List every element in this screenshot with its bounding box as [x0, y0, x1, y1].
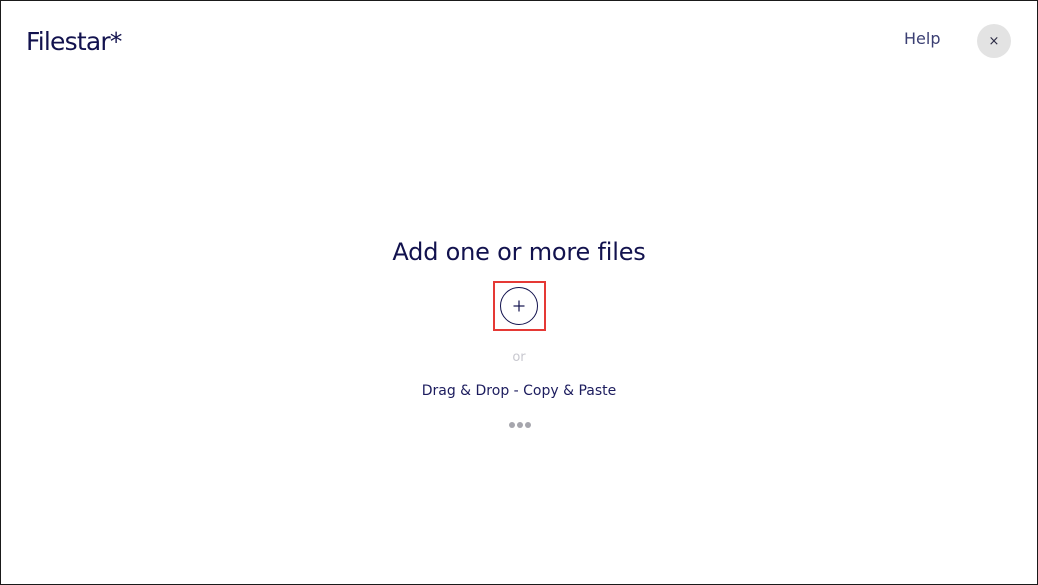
drag-drop-hint: Drag & Drop - Copy & Paste [421, 383, 617, 399]
or-separator: or [512, 350, 526, 365]
close-button[interactable]: × [977, 24, 1011, 58]
page-title: Add one or more files [392, 238, 646, 266]
filestar-logo: Filestar* [26, 27, 122, 56]
more-dots-icon [525, 422, 531, 428]
help-link[interactable]: Help [904, 29, 940, 49]
add-files-button[interactable] [500, 287, 538, 325]
more-dots-icon [509, 422, 515, 428]
app-window: Filestar* Help × Add one or more files o… [0, 0, 1038, 585]
more-dots-icon [517, 422, 523, 428]
more-options-button[interactable] [509, 421, 531, 429]
plus-icon [513, 300, 525, 312]
close-icon: × [988, 33, 1000, 49]
